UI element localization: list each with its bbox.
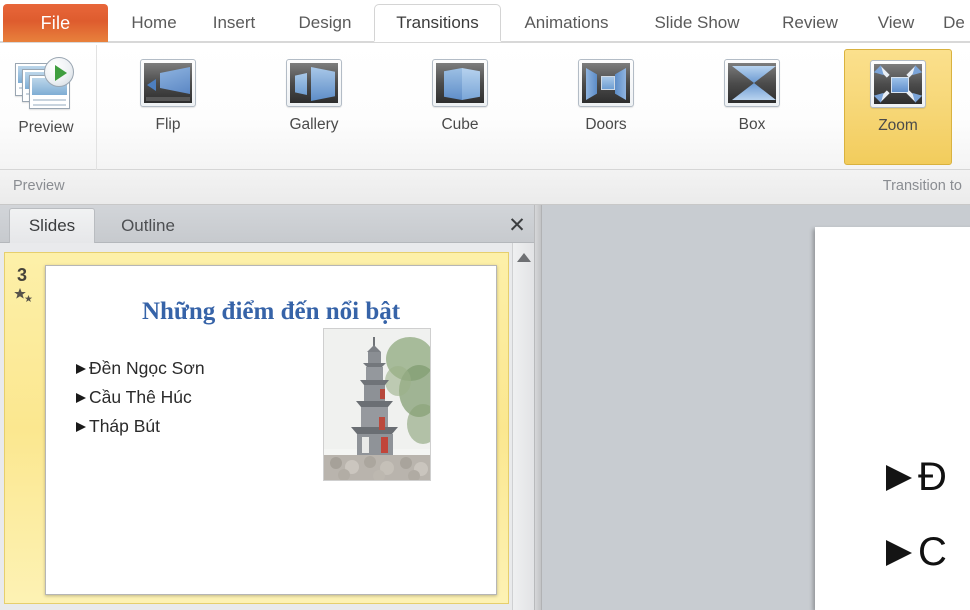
slide-thumbnail-canvas: Những điểm đến nổi bật Đền Ngọc Sơn Cầu … (45, 265, 497, 595)
transition-star-icon[interactable] (13, 287, 35, 307)
slide-number: 3 (17, 265, 28, 285)
transition-doors-label: Doors (585, 116, 627, 133)
bullet-text: C (918, 530, 947, 574)
pagoda-photo (323, 328, 431, 481)
list-item: Đền Ngọc Sơn (76, 358, 205, 379)
slide-editor-area: Đ C (542, 205, 970, 610)
slide-bullet-list: Đền Ngọc Sơn Cầu Thê Húc Tháp Bút (76, 358, 205, 445)
slide-title: Những điểm đến nổi bật (141, 298, 401, 325)
tab-insert[interactable]: Insert (198, 4, 270, 42)
transition-box-icon (724, 59, 780, 107)
bullet-text: Đền Ngọc Sơn (89, 358, 205, 378)
transition-flip-label: Flip (155, 116, 181, 133)
transition-cube-icon (432, 59, 488, 107)
list-item: Đ (886, 455, 947, 500)
transition-zoom[interactable]: Zoom (844, 49, 952, 165)
tab-review[interactable]: Review (766, 4, 854, 42)
tab-animations[interactable]: Animations (508, 4, 625, 42)
tab-transitions[interactable]: Transitions (374, 4, 501, 42)
preview-slideshow-play-icon (15, 55, 77, 115)
slides-thumbnail-pane: 3 Những điểm đến nổi bật Đền Ngọc Sơn Cầ… (0, 243, 538, 610)
slides-pane-scrollbar[interactable] (512, 243, 534, 610)
close-icon[interactable]: ✕ (506, 214, 528, 236)
transition-gallery-icon (286, 59, 342, 107)
list-item: C (886, 530, 947, 575)
transition-doors-icon (578, 59, 634, 107)
bullet-arrow-icon (886, 539, 912, 566)
main-slide-canvas[interactable]: Đ C (815, 227, 970, 610)
ribbon-tab-bar: File Home Insert Design Transitions Anim… (0, 0, 970, 43)
scroll-up-arrow-icon[interactable] (517, 253, 531, 262)
tab-home[interactable]: Home (118, 4, 190, 42)
tab-outline[interactable]: Outline (100, 208, 196, 243)
transition-doors[interactable]: Doors (552, 49, 660, 165)
tab-slides[interactable]: Slides (9, 208, 95, 243)
main-slide-bullet-list: Đ C (886, 455, 947, 605)
slide-thumbnail-3[interactable]: 3 Những điểm đến nổi bật Đền Ngọc Sơn Cầ… (4, 252, 509, 604)
transition-zoom-icon (870, 60, 926, 108)
tab-slide-show[interactable]: Slide Show (635, 4, 759, 42)
ribbon-group-label-bar: Preview Transition to (0, 170, 970, 205)
tab-view[interactable]: View (862, 4, 930, 42)
preview-button-label: Preview (18, 119, 74, 136)
bullet-arrow-icon (76, 421, 86, 432)
group-label-transition: Transition to (882, 178, 962, 194)
list-item: Tháp Bút (76, 416, 205, 437)
transition-cube-label: Cube (441, 116, 479, 133)
bullet-arrow-icon (76, 392, 86, 403)
bullet-arrow-icon (76, 363, 86, 374)
transition-box[interactable]: Box (698, 49, 806, 165)
transition-gallery[interactable]: Gallery (260, 49, 368, 165)
bullet-text: Tháp Bút (89, 416, 161, 436)
transition-box-label: Box (738, 116, 766, 133)
bullet-text: Cầu Thê Húc (89, 387, 192, 407)
preview-button[interactable]: Preview (6, 49, 86, 171)
transition-flip-icon (140, 59, 196, 107)
pane-divider[interactable] (534, 205, 542, 610)
slides-outline-tab-bar: Slides Outline ✕ (0, 205, 538, 243)
tab-file[interactable]: File (3, 4, 108, 42)
ribbon-body: Preview Flip Gallery Cube Doors Box Zoom (0, 43, 970, 211)
tab-developer[interactable]: De (938, 4, 970, 42)
bullet-text: Đ (918, 455, 947, 499)
transition-cube[interactable]: Cube (406, 49, 514, 165)
bullet-arrow-icon (886, 464, 912, 491)
group-label-preview: Preview (13, 178, 65, 194)
transition-gallery-label: Gallery (289, 116, 339, 133)
transition-zoom-label: Zoom (878, 117, 918, 134)
list-item: Cầu Thê Húc (76, 387, 205, 408)
transition-flip[interactable]: Flip (114, 49, 222, 165)
tab-design[interactable]: Design (282, 4, 368, 42)
